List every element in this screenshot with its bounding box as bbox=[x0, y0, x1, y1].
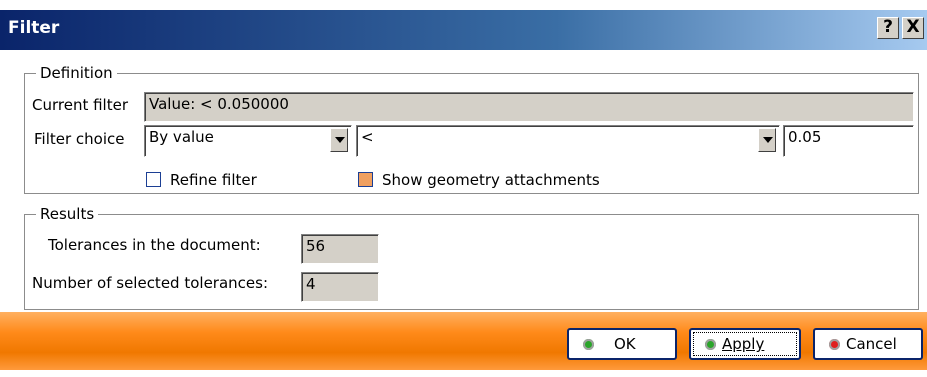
title-bar[interactable]: Filter ? X bbox=[0, 10, 927, 50]
threshold-input[interactable]: 0.05 bbox=[783, 125, 914, 157]
ok-button[interactable]: OK bbox=[567, 328, 677, 360]
cancel-status-icon bbox=[829, 338, 840, 350]
tolerances-label: Tolerances in the document: bbox=[48, 236, 261, 254]
filter-dialog: Filter ? X Definition Current filter Val… bbox=[0, 0, 927, 377]
definition-legend: Definition bbox=[36, 64, 117, 82]
tolerances-field: 56 bbox=[301, 234, 379, 264]
operator-select[interactable]: < bbox=[356, 125, 780, 157]
results-group bbox=[24, 214, 919, 310]
close-button[interactable]: X bbox=[902, 17, 924, 39]
filter-choice-label: Filter choice bbox=[34, 130, 125, 148]
cancel-button[interactable]: Cancel bbox=[813, 328, 923, 360]
selected-label: Number of selected tolerances: bbox=[32, 274, 269, 292]
current-filter-field: Value: < 0.050000 bbox=[144, 92, 914, 122]
show-geometry-label[interactable]: Show geometry attachments bbox=[382, 171, 600, 189]
current-filter-label: Current filter bbox=[32, 96, 128, 114]
apply-button[interactable]: Apply bbox=[689, 328, 801, 360]
refine-filter-checkbox[interactable] bbox=[146, 172, 161, 187]
apply-label: Apply bbox=[722, 335, 765, 353]
filter-type-dropdown-icon[interactable] bbox=[330, 128, 348, 152]
cancel-label: Cancel bbox=[846, 335, 897, 353]
help-button[interactable]: ? bbox=[877, 17, 899, 39]
operator-dropdown-icon[interactable] bbox=[758, 128, 776, 152]
results-legend: Results bbox=[36, 205, 99, 223]
operator-value: < bbox=[361, 128, 374, 146]
window-title: Filter bbox=[8, 18, 60, 38]
filter-type-value: By value bbox=[149, 128, 214, 146]
button-bar: OK Apply Cancel bbox=[0, 312, 927, 370]
dialog-body: Definition Current filter Value: < 0.050… bbox=[0, 50, 927, 377]
refine-filter-label[interactable]: Refine filter bbox=[170, 171, 257, 189]
show-geometry-checkbox[interactable] bbox=[358, 172, 373, 187]
apply-status-icon bbox=[705, 338, 716, 350]
ok-status-icon bbox=[583, 338, 594, 350]
selected-field: 4 bbox=[301, 272, 379, 302]
filter-type-select[interactable]: By value bbox=[144, 125, 352, 157]
ok-label: OK bbox=[614, 335, 636, 353]
